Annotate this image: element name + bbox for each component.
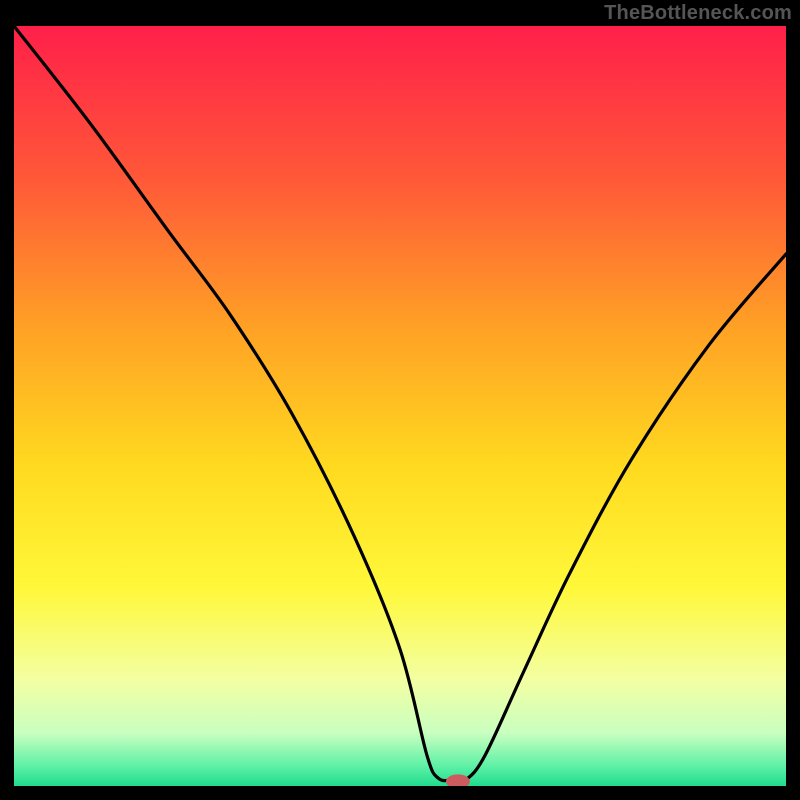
bottleneck-chart bbox=[14, 26, 786, 786]
chart-frame: TheBottleneck.com bbox=[0, 0, 800, 800]
plot-area bbox=[14, 26, 786, 786]
watermark-text: TheBottleneck.com bbox=[604, 2, 792, 25]
gradient-background bbox=[14, 26, 786, 786]
